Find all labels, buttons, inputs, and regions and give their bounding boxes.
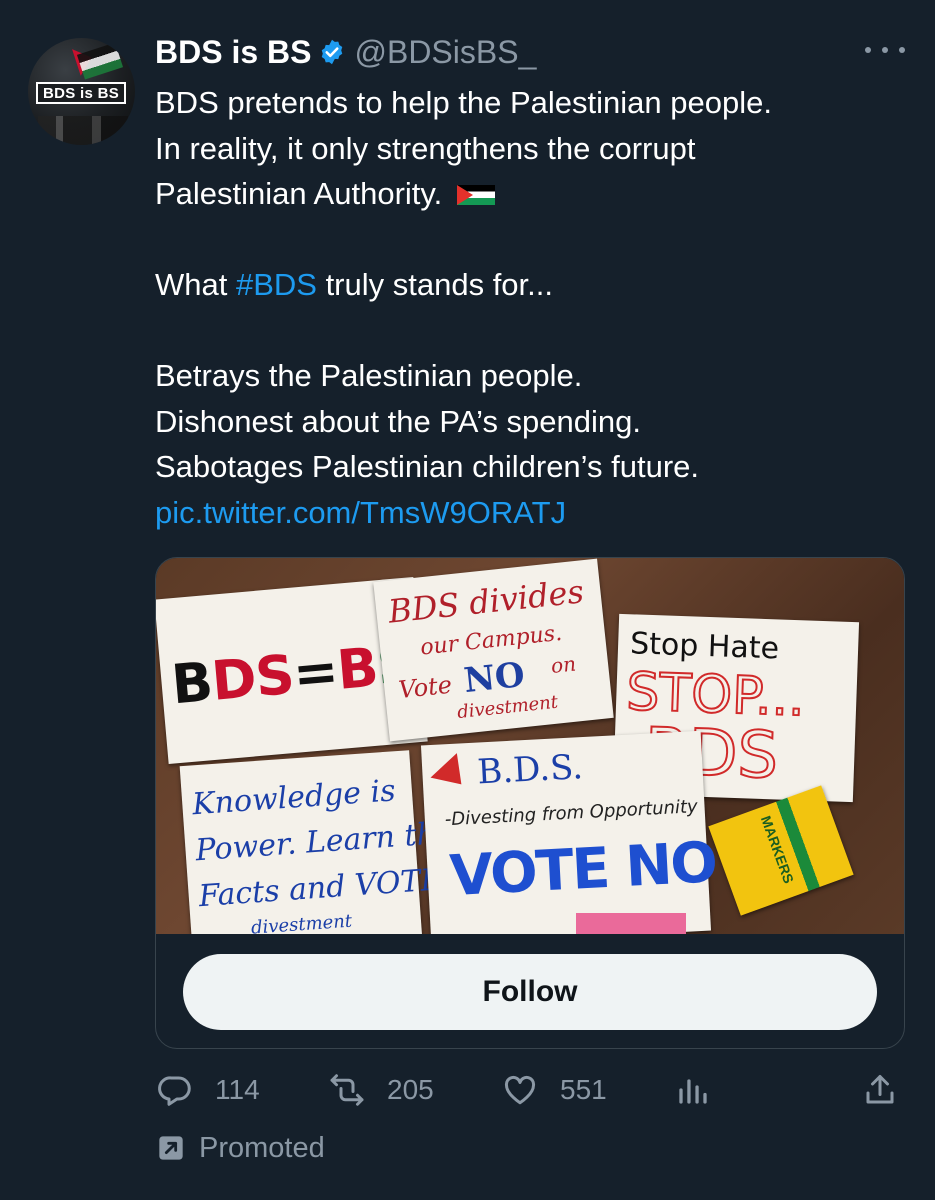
tweet-line: Betrays the Palestinian people.: [155, 358, 583, 393]
reply-count: 114: [215, 1074, 260, 1105]
like-count: 551: [560, 1074, 607, 1105]
palestine-flag-emoji-icon: [456, 185, 495, 205]
avatar-crowd: [38, 116, 128, 145]
promoted-icon: [159, 1136, 183, 1160]
tweet-line-text: truly stands for...: [316, 267, 553, 302]
analytics-button[interactable]: [675, 1066, 711, 1114]
media-link[interactable]: pic.twitter.com/TmsW9ORATJ: [155, 490, 915, 536]
promoted-text: Promoted: [199, 1131, 325, 1164]
reply-icon: [158, 1076, 191, 1106]
reply-button[interactable]: 114: [157, 1066, 260, 1114]
tweet-line: Sabotages Palestinian children’s future.: [155, 449, 699, 484]
tweet-line-text: What: [155, 267, 236, 302]
card-photo[interactable]: BDS=BS BDS divides our Campus. Vote NO o…: [156, 558, 904, 934]
retweet-count: 205: [387, 1074, 434, 1105]
promoted-card[interactable]: BDS=BS BDS divides our Campus. Vote NO o…: [155, 557, 905, 1049]
tweet-line: Dishonest about the PA’s spending.: [155, 403, 641, 439]
analytics-icon: [679, 1079, 707, 1104]
tweet-line: BDS pretends to help the Palestinian peo…: [155, 85, 772, 120]
share-icon: [866, 1075, 894, 1104]
heart-icon: [504, 1075, 536, 1105]
sign-vote-no: B.D.S. -Divesting from Opportunity VOTE …: [420, 730, 718, 934]
sign-knowledge-is-power: Knowledge is Power. Learn th Facts and V…: [179, 750, 443, 934]
hashtag-link[interactable]: #BDS: [236, 267, 317, 302]
tweet-actions: 114 205 551: [157, 1066, 907, 1114]
author-avatar[interactable]: BDS is BS: [28, 38, 135, 145]
more-options-icon[interactable]: [865, 40, 905, 60]
pink-paper: [576, 913, 686, 934]
author-handle[interactable]: @BDSisBS_: [354, 34, 536, 71]
verified-badge-icon: [322, 39, 343, 65]
retweet-button[interactable]: 205: [329, 1066, 434, 1114]
avatar-logo-text: BDS is BS: [42, 84, 120, 102]
like-button[interactable]: 551: [502, 1066, 607, 1114]
sign-bds-divides: BDS divides our Campus. Vote NO on dives…: [373, 558, 614, 742]
tweet-line: In reality, it only strengthens the corr…: [155, 130, 696, 166]
tweet-line-text: Palestinian Authority.: [155, 176, 443, 211]
tweet-text: BDS pretends to help the Palestinian peo…: [155, 80, 915, 535]
follow-button[interactable]: Follow: [183, 954, 877, 1030]
avatar-logo: BDS is BS: [36, 82, 126, 104]
tweet-line: What #BDS truly stands for...: [155, 262, 915, 308]
author-name[interactable]: BDS is BS: [155, 34, 311, 71]
tweet-line: Palestinian Authority.: [155, 171, 915, 217]
share-button[interactable]: [862, 1066, 898, 1114]
promoted-label: Promoted: [157, 1126, 325, 1170]
retweet-icon: [330, 1074, 364, 1106]
tweet-header: BDS is BS @BDSisBS_: [155, 30, 536, 74]
markers-box: MARKERS: [708, 785, 854, 916]
